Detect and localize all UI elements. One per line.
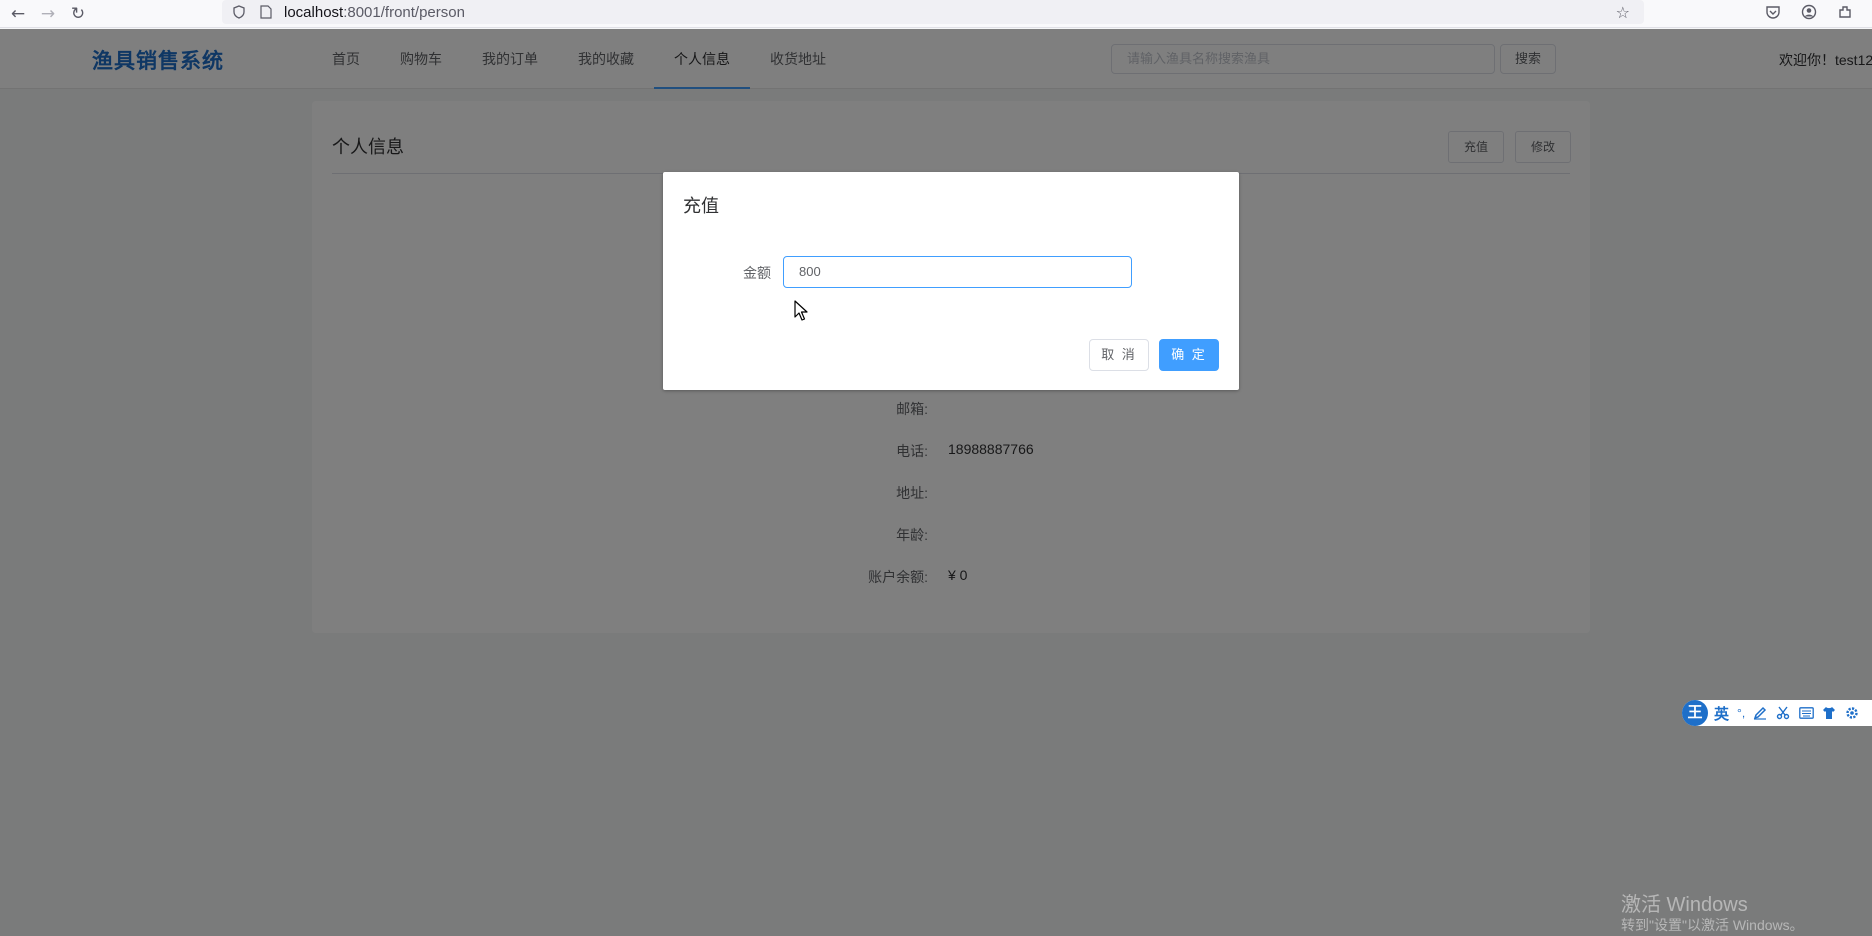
url-path: :8001/front/person <box>343 3 465 21</box>
account-icon[interactable] <box>1800 3 1818 21</box>
windows-activation-watermark: 激活 Windows <box>1621 894 1748 916</box>
confirm-button[interactable]: 确 定 <box>1159 339 1219 371</box>
settings-gear-icon[interactable] <box>1844 705 1860 721</box>
toolbar-icons <box>1764 0 1872 24</box>
shield-icon[interactable] <box>232 5 246 19</box>
address-bar[interactable]: localhost:8001/front/person ☆ <box>222 0 1644 24</box>
pen-icon[interactable] <box>1752 705 1768 721</box>
recharge-dialog: 充值 金额 800 取 消 确 定 <box>663 172 1239 390</box>
mouse-cursor-icon <box>794 300 808 321</box>
url-text[interactable]: localhost:8001/front/person <box>284 4 465 21</box>
amount-label: 金额 <box>743 265 771 281</box>
page-icon <box>260 5 272 19</box>
pocket-icon[interactable] <box>1764 3 1782 21</box>
back-icon[interactable]: ← <box>6 2 30 26</box>
ime-punctuation-toggle[interactable]: °, <box>1737 706 1745 720</box>
skin-shirt-icon[interactable] <box>1821 705 1837 721</box>
amount-input[interactable]: 800 <box>783 256 1132 288</box>
keyboard-icon[interactable] <box>1798 705 1814 721</box>
ime-language-toggle[interactable]: 英 <box>1714 703 1729 724</box>
scissors-icon[interactable] <box>1775 705 1791 721</box>
windows-activation-hint: 转到"设置"以激活 Windows。 <box>1621 917 1804 933</box>
browser-toolbar: ← → ↻ localhost:8001/front/person ☆ <box>0 0 1872 28</box>
dialog-title: 充值 <box>683 196 719 216</box>
forward-icon[interactable]: → <box>36 2 60 26</box>
ime-toolbar: 王 英 °, <box>1682 700 1872 726</box>
url-host: localhost <box>284 3 344 21</box>
extensions-icon[interactable] <box>1836 3 1854 21</box>
bookmark-star-icon[interactable]: ☆ <box>1616 3 1630 22</box>
reload-icon[interactable]: ↻ <box>66 2 90 26</box>
ime-logo[interactable]: 王 <box>1682 700 1708 726</box>
modal-overlay[interactable] <box>0 29 1872 936</box>
cancel-button[interactable]: 取 消 <box>1089 339 1149 371</box>
